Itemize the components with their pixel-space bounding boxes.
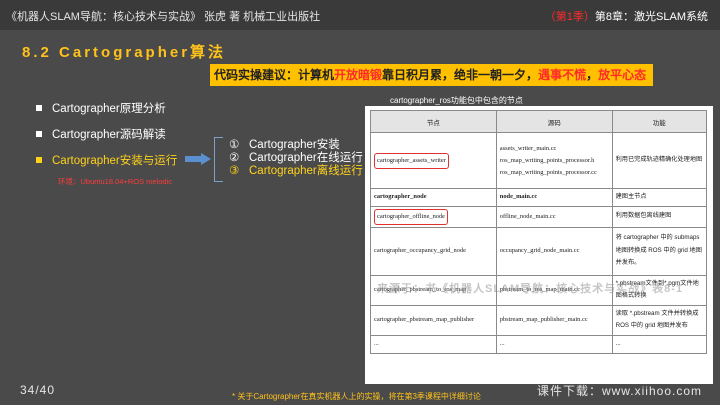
advice-highlight: 放平心态 <box>598 68 647 82</box>
column-header: 源码 <box>495 110 613 133</box>
node-cell: cartographer_occupancy_grid_node <box>370 226 497 276</box>
node-cell: cartographer_pbstream_map_publisher <box>370 304 497 336</box>
source-cell: assets_writer_main.cc ros_map_writing_po… <box>495 132 613 189</box>
source-cell: pbstream_map_publisher_main.cc <box>495 304 613 336</box>
step-offline-run[interactable]: ③ Cartographer离线运行 <box>229 165 363 178</box>
chapter-label: （第1季）第8章：激光SLAM系统 <box>545 8 708 24</box>
function-cell: 建图主节点 <box>611 188 708 207</box>
step-label: Cartographer离线运行 <box>249 165 363 177</box>
step-number: ① <box>229 139 240 151</box>
advice-text: 计算机 <box>298 68 335 82</box>
menu-item-label: Cartographer安装与运行 <box>52 155 178 167</box>
advice-highlight: 遇事不慌 <box>538 68 587 82</box>
nodes-table: 节点 源码 功能 cartographer_assets_writer asset… <box>370 110 708 354</box>
section-title: 8.2 Cartographer算法 <box>22 44 227 61</box>
square-bullet-icon <box>36 130 42 137</box>
column-header: 节点 <box>370 110 497 133</box>
coding-advice-banner: 代码实操建议：计算机开放暗锻靠日积月累，绝非一朝一夕，遇事不慌，放平心态 <box>210 64 653 86</box>
node-name: cartographer_offline_node <box>374 208 449 225</box>
chapter-title: 第8章：激光SLAM系统 <box>594 11 708 23</box>
advice-text: 靠日积月累，绝非一朝一夕， <box>382 68 539 82</box>
nodes-table-image: 节点 源码 功能 cartographer_assets_writer asset… <box>365 106 713 384</box>
node-name: cartographer_occupancy_grid_node <box>374 247 466 254</box>
source-watermark: 来源于：书《机器人SLAM导航：核心技术与实战》表8-1 <box>377 283 684 295</box>
table-row: ......... <box>370 334 708 354</box>
table-row: cartographer_assets_writer assets_writer_… <box>370 132 708 189</box>
menu-item-label: Cartographer原理分析 <box>52 103 166 115</box>
step-label: Cartographer在线运行 <box>249 152 363 164</box>
node-name: cartographer_pbstream_map_publisher <box>374 316 475 323</box>
book-title: 《机器人SLAM导航：核心技术与实战》 张虎 著 机械工业出版社 <box>6 11 321 23</box>
function-cell: 利用数据包离线建图 <box>611 205 708 228</box>
season-label: （第1季） <box>544 11 595 23</box>
table-row: cartographer_occupancy_grid_node occupanc… <box>370 226 708 276</box>
source-cell: node_main.cc <box>495 188 613 207</box>
function-cell: 读取 *.pbstream 文件并转换成 ROS 中的 grid 地图并发布 <box>611 304 708 336</box>
square-bullet-icon <box>36 104 42 111</box>
step-label: Cartographer安装 <box>249 139 340 151</box>
node-cell: cartographer_offline_node <box>370 205 497 228</box>
advice-label: 代码实操建议： <box>214 68 299 82</box>
advice-highlight: 开放暗锻 <box>334 68 383 82</box>
arrow-right-icon <box>185 153 211 165</box>
bracket-icon <box>214 137 223 182</box>
table-row: cartographer_pbstream_map_publisher pbstr… <box>370 304 708 336</box>
table-header-row: 节点 源码 功能 <box>370 110 708 133</box>
environment-note: 环境：Ubuntu18.04+ROS melodic <box>58 177 173 186</box>
table-row: cartographer_node node_main.cc 建图主节点 <box>370 188 708 207</box>
function-cell: ... <box>611 334 708 354</box>
table-row: cartographer_offline_node offline_node_ma… <box>370 205 708 228</box>
menu-item-label: Cartographer源码解读 <box>52 129 166 141</box>
menu-item-source-code[interactable]: Cartographer源码解读 <box>36 126 166 142</box>
square-bullet-icon <box>36 156 42 163</box>
step-number: ② <box>229 152 240 164</box>
menu-item-install-run[interactable]: Cartographer安装与运行 <box>36 152 177 168</box>
install-steps-list: ① Cartographer安装 ② Cartographer在线运行 ③ Carto… <box>229 139 363 178</box>
node-cell: cartographer_node <box>370 188 497 207</box>
step-online-run[interactable]: ② Cartographer在线运行 <box>229 152 363 165</box>
node-cell: ... <box>370 334 497 354</box>
step-number: ③ <box>229 165 240 177</box>
node-name: cartographer_assets_writer <box>374 152 449 169</box>
menu-item-principle[interactable]: Cartographer原理分析 <box>36 100 166 116</box>
node-name: ... <box>374 340 379 347</box>
column-header: 功能 <box>611 110 708 133</box>
source-cell: occupancy_grid_node_main.cc <box>495 226 613 276</box>
source-cell: ... <box>495 334 613 354</box>
function-cell: 将 cartographer 中的 submaps 地图转换成 ROS 中的 g… <box>611 226 708 276</box>
step-install[interactable]: ① Cartographer安装 <box>229 139 363 152</box>
footnote: * 关于Cartographer在真实机器人上的实操，将在第3季课程中详细讨论 <box>232 392 481 401</box>
top-header-bar: 《机器人SLAM导航：核心技术与实战》 张虎 著 机械工业出版社 （第1季）第8… <box>0 0 720 30</box>
table-caption: cartographer_ros功能包中包含的节点 <box>390 96 523 105</box>
download-link[interactable]: 课件下载：www.xiihoo.com <box>537 382 702 399</box>
advice-text: ， <box>586 68 599 82</box>
source-cell: offline_node_main.cc <box>495 205 613 228</box>
node-name: cartographer_node <box>374 193 427 201</box>
node-cell: cartographer_assets_writer <box>370 132 497 189</box>
page-number: 34/40 <box>20 383 56 397</box>
function-cell: 利用已完成轨迹精确化处理地图 <box>611 132 708 189</box>
